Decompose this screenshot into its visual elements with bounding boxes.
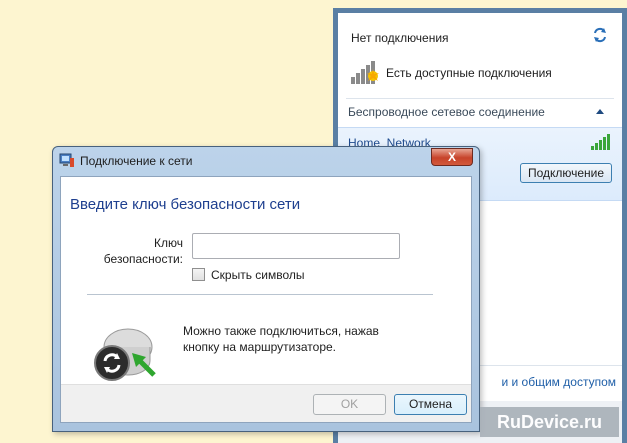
dialog-heading: Введите ключ безопасности сети bbox=[70, 196, 301, 213]
wireless-section-title: Беспроводное сетевое соединение bbox=[348, 105, 545, 119]
connect-dialog: Подключение к сети X Введите ключ безопа… bbox=[52, 146, 480, 432]
signal-available-icon bbox=[351, 61, 379, 84]
dialog-button-bar: OK Отмена bbox=[61, 384, 471, 422]
available-connections-label: Есть доступные подключения bbox=[386, 66, 552, 80]
security-key-input[interactable] bbox=[192, 233, 400, 259]
close-button[interactable]: X bbox=[431, 148, 473, 166]
network-window-icon bbox=[59, 153, 74, 167]
divider bbox=[87, 294, 433, 295]
wps-instruction-text: Можно также подключиться, нажав кнопку н… bbox=[183, 323, 393, 355]
router-wps-icon bbox=[94, 328, 156, 381]
collapse-icon[interactable] bbox=[596, 109, 604, 114]
wps-instruction: Можно также подключиться, нажав кнопку н… bbox=[183, 324, 379, 354]
connect-button[interactable]: Подключение bbox=[520, 163, 612, 183]
network-sharing-center-link[interactable]: и и общим доступом bbox=[501, 375, 616, 389]
ok-button[interactable]: OK bbox=[313, 394, 386, 415]
hide-characters-checkbox[interactable] bbox=[192, 268, 205, 281]
connection-status: Нет подключения bbox=[351, 31, 449, 45]
dialog-content: Введите ключ безопасности сети Ключ безо… bbox=[60, 176, 472, 423]
watermark: RuDevice.ru bbox=[480, 407, 619, 437]
refresh-icon[interactable] bbox=[592, 27, 608, 43]
cancel-button[interactable]: Отмена bbox=[394, 394, 467, 415]
signal-strength-icon bbox=[591, 134, 610, 150]
divider bbox=[346, 98, 614, 99]
security-key-label: Ключ безопасности: bbox=[103, 236, 183, 266]
hide-characters-label[interactable]: Скрыть символы bbox=[211, 268, 305, 282]
dialog-title: Подключение к сети bbox=[80, 154, 193, 168]
